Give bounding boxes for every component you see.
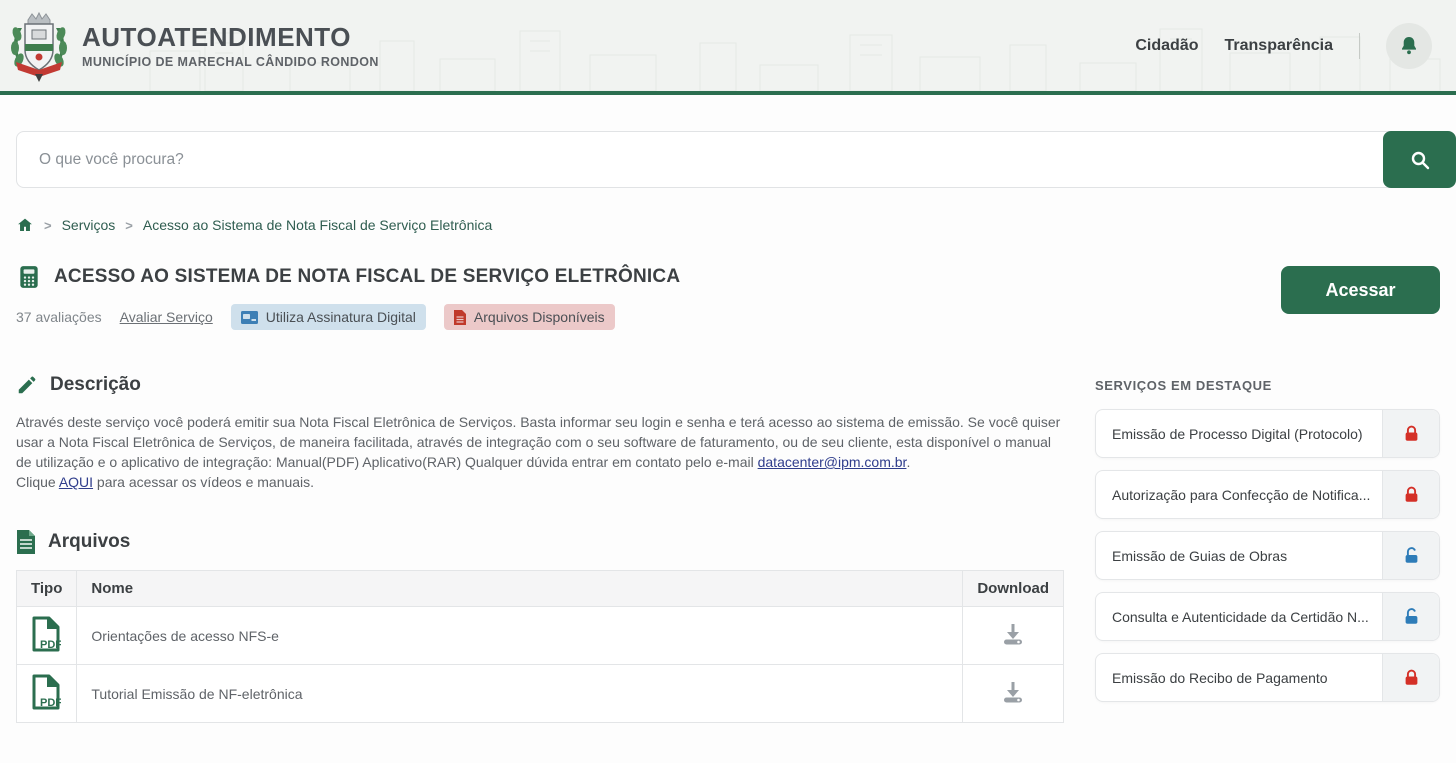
- badge-label: Utiliza Assinatura Digital: [266, 309, 416, 325]
- digital-signature-badge: Utiliza Assinatura Digital: [231, 304, 426, 330]
- featured-service-label: Autorização para Confecção de Notifica..…: [1096, 471, 1382, 518]
- brand[interactable]: AUTOATENDIMENTO MUNICÍPIO DE MARECHAL CÂ…: [10, 10, 379, 82]
- lock-badge: [1382, 654, 1439, 701]
- file-name-cell: Tutorial Emissão de NF-eletrônica: [77, 665, 963, 723]
- access-button[interactable]: Acessar: [1281, 266, 1440, 314]
- pdf-file-icon: PDF: [31, 616, 61, 653]
- files-available-badge: Arquivos Disponíveis: [444, 304, 615, 330]
- column-header-download: Download: [963, 571, 1064, 607]
- featured-services-sidebar: SERVIÇOS EM DESTAQUE Emissão de Processo…: [1095, 374, 1440, 714]
- card-icon: [241, 311, 258, 324]
- featured-service-card[interactable]: Emissão de Guias de Obras: [1095, 531, 1440, 580]
- lock-open-icon: [1402, 546, 1421, 565]
- notifications-button[interactable]: [1386, 23, 1432, 69]
- email-link[interactable]: datacenter@ipm.com.br: [758, 454, 907, 470]
- featured-service-label: Consulta e Autenticidade da Certidão N..…: [1096, 593, 1382, 640]
- download-icon: [999, 680, 1027, 704]
- files-section: Arquivos Tipo Nome Download: [16, 530, 1064, 723]
- breadcrumb-separator: >: [125, 218, 133, 233]
- nav-link-transparencia[interactable]: Transparência: [1225, 37, 1334, 55]
- file-name-cell: Orientações de acesso NFS-e: [77, 607, 963, 665]
- column-header-tipo: Tipo: [17, 571, 77, 607]
- search-button[interactable]: [1383, 131, 1456, 188]
- lock-open-icon: [1402, 607, 1421, 626]
- download-icon: [999, 622, 1027, 646]
- breadcrumb: > Serviços > Acesso ao Sistema de Nota F…: [0, 188, 1456, 234]
- lock-closed-icon: [1402, 485, 1421, 504]
- featured-service-card[interactable]: Emissão do Recibo de Pagamento: [1095, 653, 1440, 702]
- download-button[interactable]: [999, 680, 1027, 707]
- document-icon: [16, 530, 36, 554]
- featured-service-label: Emissão do Recibo de Pagamento: [1096, 654, 1382, 701]
- description-line2-part2: para acessar os vídeos e manuais.: [93, 474, 314, 490]
- page-title: ACESSO AO SISTEMA DE NOTA FISCAL DE SERV…: [54, 266, 680, 288]
- ratings-count: 37 avaliações: [16, 309, 102, 325]
- app-subtitle: MUNICÍPIO DE MARECHAL CÂNDIDO RONDON: [82, 55, 379, 69]
- table-row: PDF Orientações de acesso NFS-e: [17, 607, 1064, 665]
- featured-service-label: Emissão de Processo Digital (Protocolo): [1096, 410, 1382, 457]
- column-header-nome: Nome: [77, 571, 963, 607]
- pencil-icon: [16, 374, 38, 396]
- badge-label: Arquivos Disponíveis: [474, 309, 605, 325]
- lock-closed-icon: [1402, 424, 1421, 443]
- search-section: [0, 95, 1456, 188]
- svg-text:PDF: PDF: [40, 639, 61, 651]
- description-text: Através deste serviço você poderá emitir…: [16, 412, 1064, 472]
- table-row: PDF Tutorial Emissão de NF-eletrônica: [17, 665, 1064, 723]
- brand-text: AUTOATENDIMENTO MUNICÍPIO DE MARECHAL CÂ…: [82, 22, 379, 69]
- header-divider: [1359, 33, 1360, 59]
- featured-service-label: Emissão de Guias de Obras: [1096, 532, 1382, 579]
- app-header: AUTOATENDIMENTO MUNICÍPIO DE MARECHAL CÂ…: [0, 0, 1456, 95]
- breadcrumb-servicos[interactable]: Serviços: [62, 217, 116, 233]
- description-heading: Descrição: [50, 374, 141, 396]
- file-type-cell: PDF: [17, 665, 77, 723]
- lock-badge: [1382, 410, 1439, 457]
- home-icon[interactable]: [16, 216, 34, 234]
- lock-closed-icon: [1402, 668, 1421, 687]
- service-header: ACESSO AO SISTEMA DE NOTA FISCAL DE SERV…: [0, 234, 1456, 330]
- featured-service-card[interactable]: Emissão de Processo Digital (Protocolo): [1095, 409, 1440, 458]
- files-table: Tipo Nome Download PDF: [16, 570, 1064, 723]
- description-line2: Clique AQUI para acessar os vídeos e man…: [16, 472, 1064, 492]
- files-heading: Arquivos: [48, 531, 130, 553]
- lock-badge: [1382, 593, 1439, 640]
- file-download-cell: [963, 607, 1064, 665]
- featured-service-card[interactable]: Consulta e Autenticidade da Certidão N..…: [1095, 592, 1440, 641]
- breadcrumb-current-page[interactable]: Acesso ao Sistema de Nota Fiscal de Serv…: [143, 217, 492, 233]
- aqui-link[interactable]: AQUI: [59, 474, 93, 490]
- file-download-cell: [963, 665, 1064, 723]
- description-text-part2: .: [906, 454, 910, 470]
- breadcrumb-separator: >: [44, 218, 52, 233]
- calculator-icon icon-green: [16, 264, 42, 290]
- lock-badge: [1382, 532, 1439, 579]
- search-icon: [1408, 148, 1432, 172]
- download-button[interactable]: [999, 622, 1027, 649]
- file-type-cell: PDF: [17, 607, 77, 665]
- app-title: AUTOATENDIMENTO: [82, 22, 379, 53]
- pdf-file-icon: PDF: [31, 674, 61, 711]
- featured-services-heading: SERVIÇOS EM DESTAQUE: [1095, 378, 1440, 393]
- bell-icon: [1397, 34, 1421, 58]
- municipal-coat-of-arms-logo: [10, 10, 68, 82]
- nav-link-cidadao[interactable]: Cidadão: [1135, 37, 1198, 55]
- main-content: Descrição Através deste serviço você pod…: [16, 374, 1064, 723]
- file-icon: [454, 310, 466, 325]
- rate-service-link[interactable]: Avaliar Serviço: [120, 309, 213, 325]
- lock-badge: [1382, 471, 1439, 518]
- description-line2-part1: Clique: [16, 474, 59, 490]
- search-input[interactable]: [16, 131, 1389, 188]
- featured-service-card[interactable]: Autorização para Confecção de Notifica..…: [1095, 470, 1440, 519]
- svg-text:PDF: PDF: [40, 697, 61, 709]
